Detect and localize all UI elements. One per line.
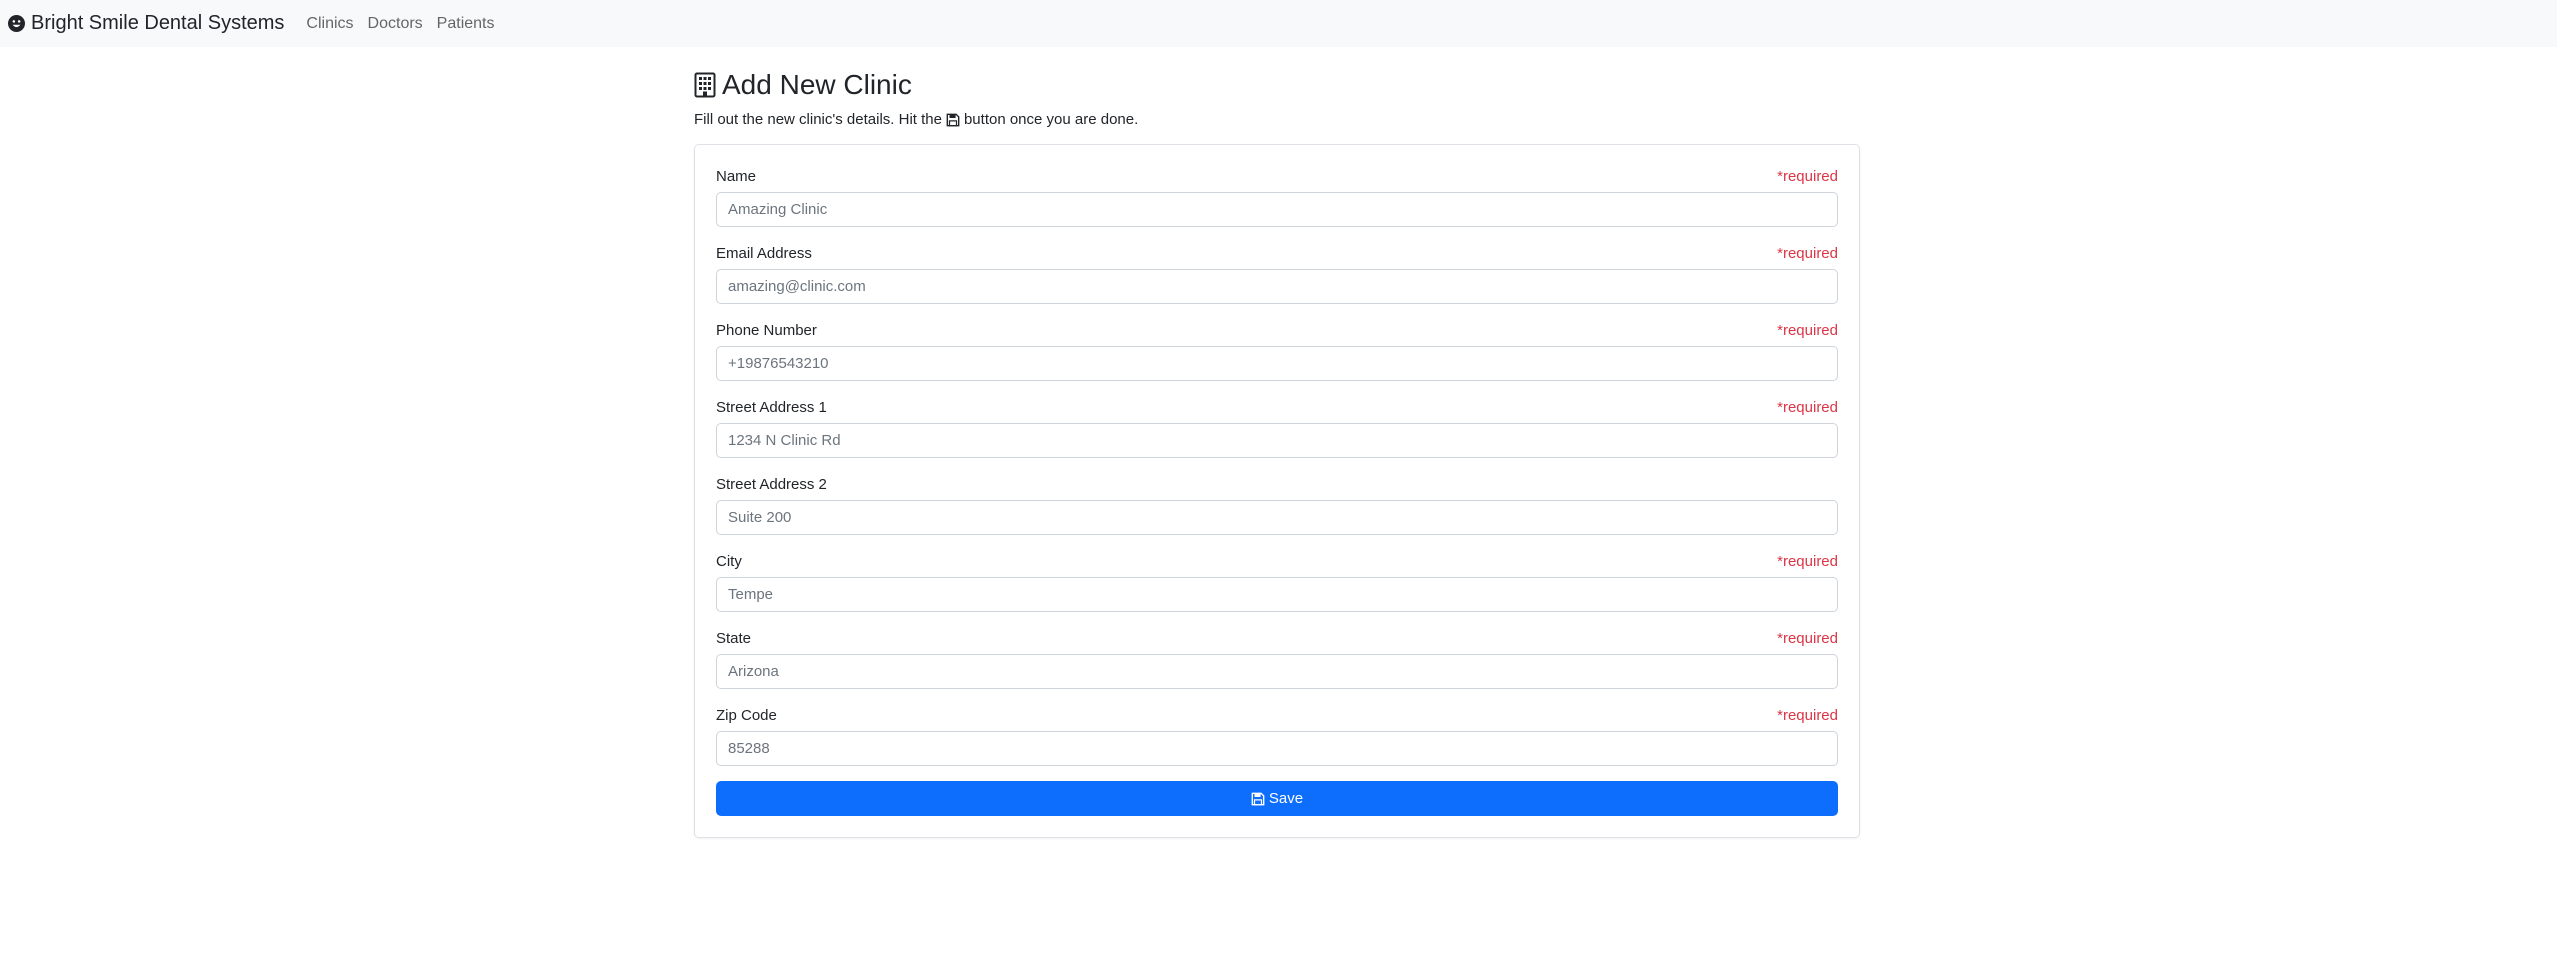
email-input[interactable] [716, 269, 1838, 304]
city-input[interactable] [716, 577, 1838, 612]
field-street-address-2: Street Address 2 [716, 473, 1838, 535]
navbar: Bright Smile Dental Systems Clinics Doct… [0, 0, 2557, 47]
phone-input[interactable] [716, 346, 1838, 381]
state-input[interactable] [716, 654, 1838, 689]
page-title-text: Add New Clinic [722, 69, 912, 100]
brand-link[interactable]: Bright Smile Dental Systems [8, 12, 284, 35]
field-name: Name *required [716, 165, 1838, 227]
brand-name: Bright Smile Dental Systems [31, 12, 285, 34]
page-subtitle: Fill out the new clinic's details. Hit t… [694, 111, 1860, 128]
name-label: Name [716, 167, 757, 185]
email-label: Email Address [716, 244, 812, 262]
required-indicator: *required [1777, 244, 1838, 262]
required-indicator: *required [1777, 706, 1838, 724]
city-label: City [716, 552, 742, 570]
nav-link-patients[interactable]: Patients [437, 15, 495, 33]
clinic-form: Name *required Email Address *required P… [694, 144, 1860, 838]
field-street-address-1: Street Address 1 *required [716, 396, 1838, 458]
nav-links: Clinics Doctors Patients [306, 15, 494, 33]
required-indicator: *required [1777, 167, 1838, 185]
floppy-disk-icon [1251, 792, 1265, 806]
nav-link-doctors[interactable]: Doctors [368, 15, 423, 33]
field-phone: Phone Number *required [716, 319, 1838, 381]
floppy-disk-icon [946, 113, 960, 127]
required-indicator: *required [1777, 552, 1838, 570]
building-icon [694, 72, 716, 98]
state-label: State [716, 629, 752, 647]
smile-face-icon [8, 15, 25, 32]
subtitle-text-after: button once you are done. [963, 111, 1139, 128]
page-title: Add New Clinic [694, 68, 1860, 102]
required-indicator: *required [1777, 321, 1838, 339]
street-address-1-input[interactable] [716, 423, 1838, 458]
field-state: State *required [716, 627, 1838, 689]
field-city: City *required [716, 550, 1838, 612]
zip-code-label: Zip Code [716, 706, 777, 724]
required-indicator: *required [1777, 629, 1838, 647]
save-button-label: Save [1268, 790, 1304, 807]
main-content: Add New Clinic Fill out the new clinic's… [694, 68, 1860, 838]
street-address-2-input[interactable] [716, 500, 1838, 535]
zip-code-input[interactable] [716, 731, 1838, 766]
nav-link-clinics[interactable]: Clinics [306, 15, 353, 33]
save-button[interactable]: Save [716, 781, 1838, 816]
street-address-2-label: Street Address 2 [716, 475, 827, 493]
street-address-1-label: Street Address 1 [716, 398, 827, 416]
field-zip-code: Zip Code *required [716, 704, 1838, 766]
name-input[interactable] [716, 192, 1838, 227]
field-email: Email Address *required [716, 242, 1838, 304]
subtitle-text-before: Fill out the new clinic's details. Hit t… [694, 111, 942, 128]
phone-label: Phone Number [716, 321, 817, 339]
required-indicator: *required [1777, 398, 1838, 416]
